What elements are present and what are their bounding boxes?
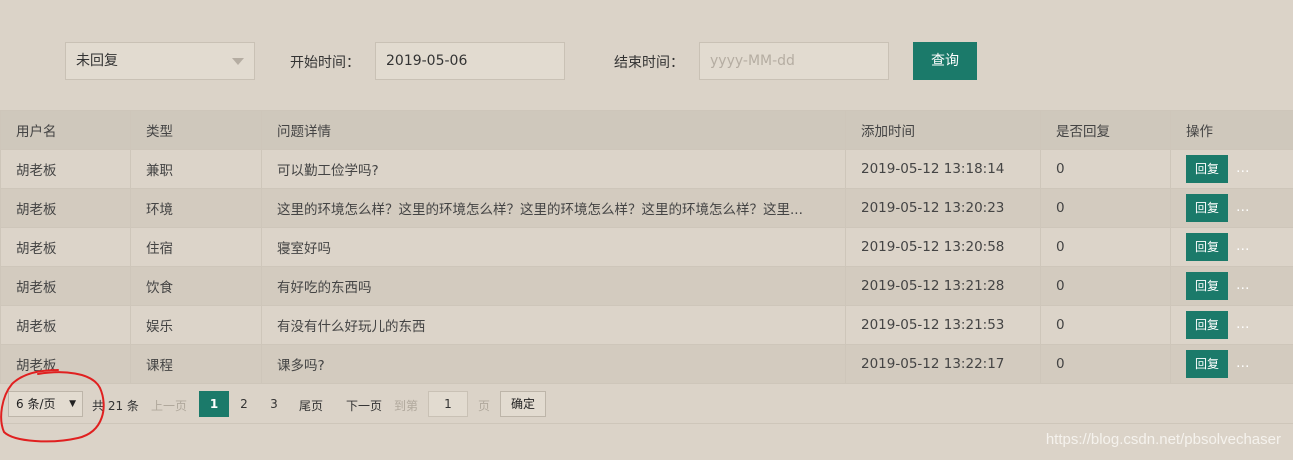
reply-button[interactable]: 回复 — [1186, 194, 1229, 222]
cell-replied: 0 — [1040, 266, 1171, 306]
header-detail: 问题详情 — [261, 110, 846, 150]
cell-detail: 有没有什么好玩儿的东西 — [261, 305, 846, 345]
table-row: 胡老板 课程 课多吗? 2019-05-12 13:22:17 0 回复 删除 — [0, 344, 1293, 384]
cell-type: 兼职 — [130, 149, 262, 189]
cell-actions: 回复 删除 — [1170, 149, 1293, 189]
reply-button[interactable]: 回复 — [1186, 233, 1229, 261]
cell-type: 饮食 — [130, 266, 262, 306]
goto-label: 到第 — [394, 399, 419, 413]
table-row: 胡老板 环境 这里的环境怎么样？这里的环境怎么样？这里的环境怎么样？这里的环境怎… — [0, 188, 1293, 228]
reply-button[interactable]: 回复 — [1186, 155, 1229, 183]
cell-username: 胡老板 — [0, 188, 131, 228]
page-unit-label: 页 — [478, 399, 491, 413]
last-page-link[interactable]: 尾页 — [299, 397, 323, 414]
cell-replied: 0 — [1040, 188, 1171, 228]
cell-type: 娱乐 — [130, 305, 262, 345]
cell-replied: 0 — [1040, 227, 1171, 267]
next-page-link[interactable]: 下一页 — [346, 397, 382, 414]
header-actions: 操作 — [1170, 110, 1293, 150]
cell-actions: 回复 删除 — [1170, 188, 1293, 228]
cell-detail: 可以勤工俭学吗? — [261, 149, 846, 189]
cell-time: 2019-05-12 13:20:58 — [845, 227, 1041, 267]
pagination-bar: 6 条/页 ▼ 共 21 条 上一页 1 2 3 尾页 下一页 到第 页 确定 — [0, 384, 1293, 424]
chevron-down-icon — [232, 58, 244, 65]
table-row: 胡老板 兼职 可以勤工俭学吗? 2019-05-12 13:18:14 0 回复… — [0, 149, 1293, 189]
cell-detail: 这里的环境怎么样？这里的环境怎么样？这里的环境怎么样？这里的环境怎么样？这里..… — [261, 188, 846, 228]
cell-actions: 回复 删除 — [1170, 227, 1293, 267]
start-time-label: 开始时间： — [290, 55, 360, 71]
cell-detail: 有好吃的东西吗 — [261, 266, 846, 306]
page-link-3[interactable]: 3 — [259, 391, 289, 417]
cell-time: 2019-05-12 13:22:17 — [845, 344, 1041, 384]
end-time-label: 结束时间： — [614, 55, 684, 71]
header-username: 用户名 — [0, 110, 131, 150]
cell-replied: 0 — [1040, 305, 1171, 345]
cell-username: 胡老板 — [0, 149, 131, 189]
reply-button[interactable]: 回复 — [1186, 311, 1229, 339]
reply-button[interactable]: 回复 — [1186, 272, 1229, 300]
header-type: 类型 — [130, 110, 262, 150]
end-date-input[interactable] — [699, 42, 889, 80]
cell-username: 胡老板 — [0, 227, 131, 267]
red-circle-annotation — [0, 369, 105, 443]
prev-page-link[interactable]: 上一页 — [151, 397, 187, 414]
cell-actions: 回复 删除 — [1170, 266, 1293, 306]
cell-type: 环境 — [130, 188, 262, 228]
goto-confirm-button[interactable]: 确定 — [500, 391, 546, 417]
header-replied: 是否回复 — [1040, 110, 1171, 150]
cell-time: 2019-05-12 13:18:14 — [845, 149, 1041, 189]
header-added-time: 添加时间 — [845, 110, 1041, 150]
cell-type: 课程 — [130, 344, 262, 384]
cell-detail: 课多吗? — [261, 344, 846, 384]
reply-status-value: 未回复 — [76, 53, 118, 69]
page-link-2[interactable]: 2 — [229, 391, 259, 417]
start-date-input[interactable] — [375, 42, 565, 80]
reply-button[interactable]: 回复 — [1186, 350, 1229, 378]
query-button[interactable]: 查询 — [913, 42, 977, 80]
cell-type: 住宿 — [130, 227, 262, 267]
cell-username: 胡老板 — [0, 305, 131, 345]
watermark-text: https://blog.csdn.net/pbsolvechaser — [1045, 431, 1281, 448]
cell-detail: 寝室好吗 — [261, 227, 846, 267]
filter-bar: 未回复 开始时间： 结束时间： 查询 — [0, 0, 1293, 110]
cell-actions: 回复 删除 — [1170, 305, 1293, 345]
cell-time: 2019-05-12 13:21:53 — [845, 305, 1041, 345]
table-row: 胡老板 娱乐 有没有什么好玩儿的东西 2019-05-12 13:21:53 0… — [0, 305, 1293, 345]
questions-table: 用户名 类型 问题详情 添加时间 是否回复 操作 胡老板 兼职 可以勤工俭学吗?… — [0, 110, 1293, 384]
table-row: 胡老板 饮食 有好吃的东西吗 2019-05-12 13:21:28 0 回复删… — [0, 266, 1293, 306]
table-row: 胡老板 住宿 寝室好吗 2019-05-12 13:20:58 0 回复 删除 — [0, 227, 1293, 267]
table-header-row: 用户名 类型 问题详情 添加时间 是否回复 操作 — [0, 110, 1293, 150]
cell-time: 2019-05-12 13:21:28 — [845, 266, 1041, 306]
cell-replied: 0 — [1040, 149, 1171, 189]
cell-username: 胡老板 — [0, 266, 131, 306]
cell-time: 2019-05-12 13:20:23 — [845, 188, 1041, 228]
goto-page-input[interactable] — [428, 391, 468, 417]
page-link-1[interactable]: 1 — [199, 391, 229, 417]
cell-replied: 0 — [1040, 344, 1171, 384]
reply-status-select[interactable]: 未回复 — [65, 42, 255, 80]
cell-actions: 回复 删除 — [1170, 344, 1293, 384]
